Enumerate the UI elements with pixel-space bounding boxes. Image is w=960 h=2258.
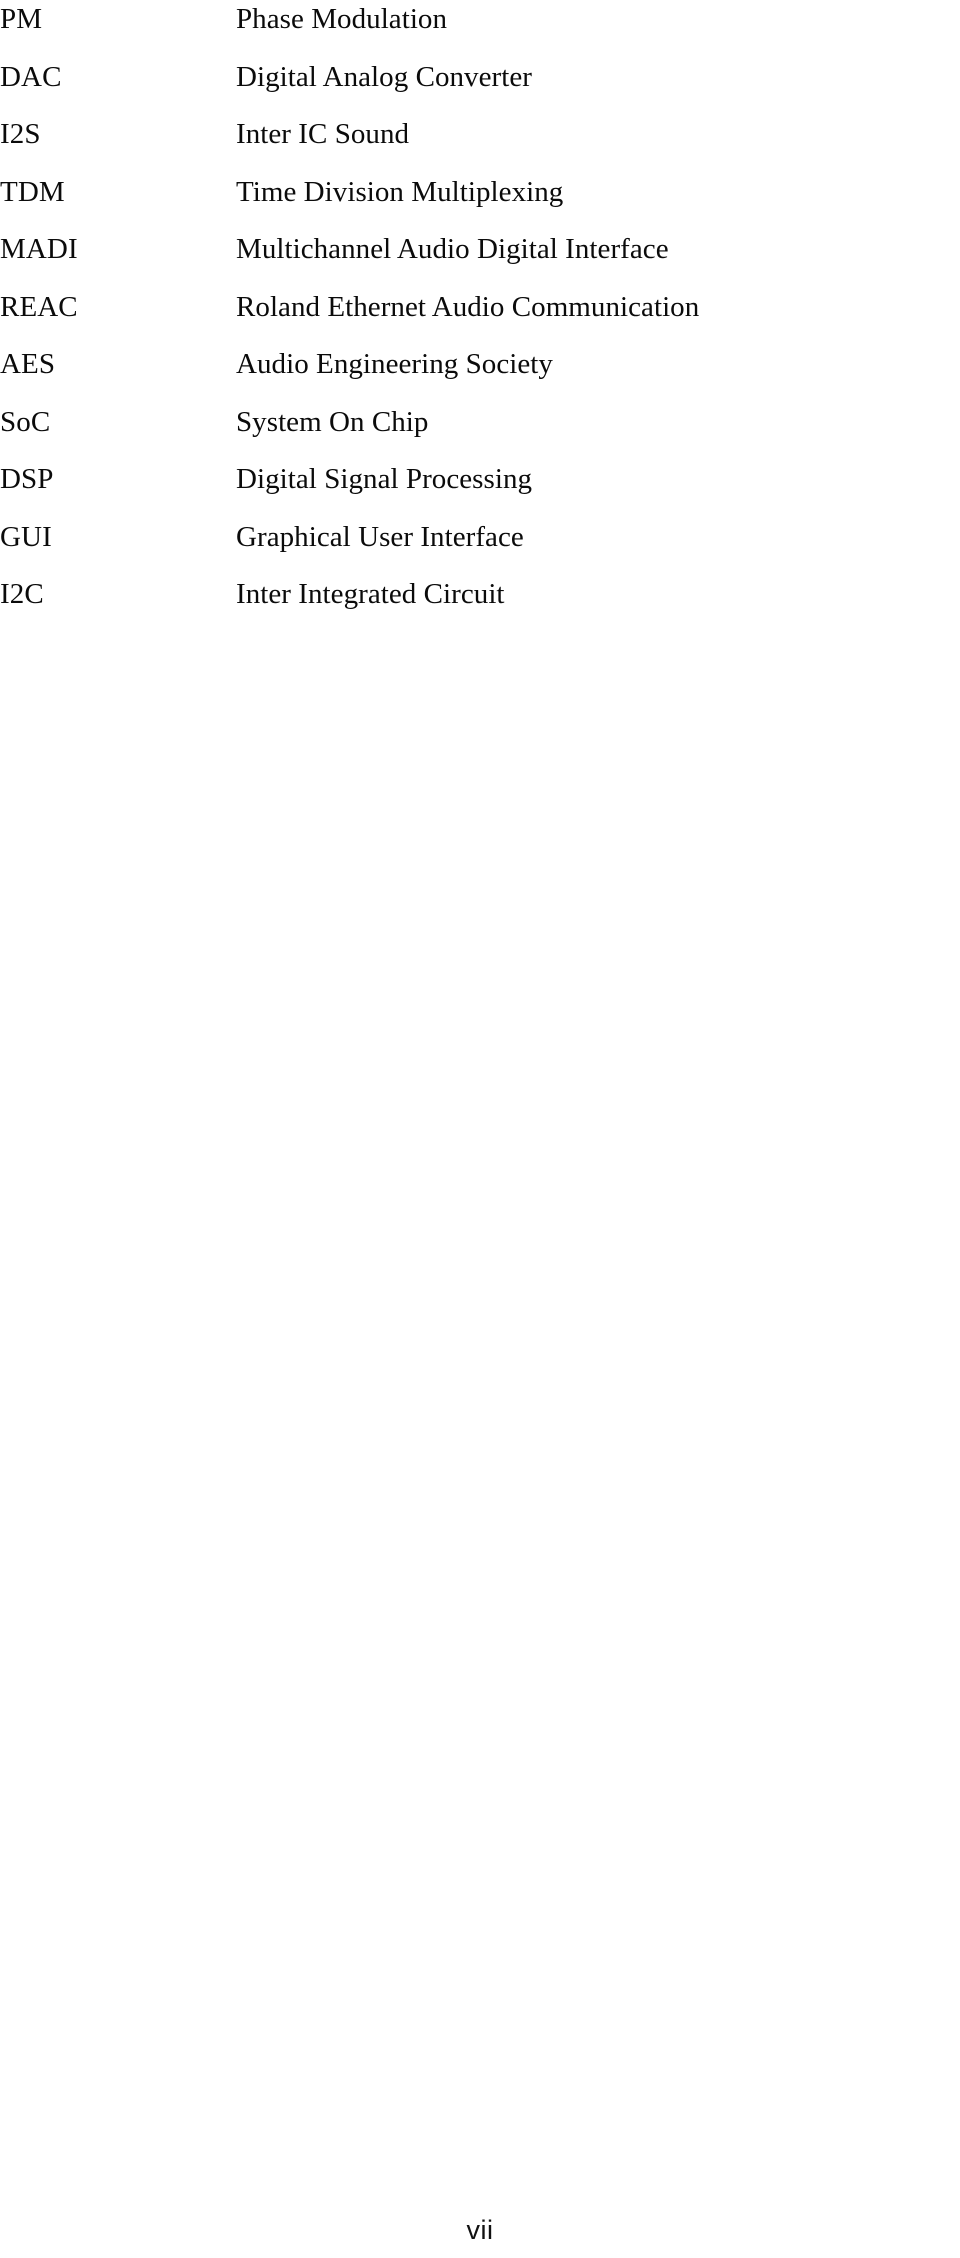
abbreviations-list: PM Phase Modulation DAC Digital Analog C… (0, 0, 960, 633)
abbreviation-term: DSP (0, 463, 54, 495)
abbreviation-row: GUI Graphical User Interface (0, 518, 960, 576)
abbreviation-row: SoC System On Chip (0, 403, 960, 461)
abbreviation-row: PM Phase Modulation (0, 0, 960, 58)
abbreviation-row: AES Audio Engineering Society (0, 345, 960, 403)
abbreviation-term: REAC (0, 290, 78, 323)
abbreviation-term: TDM (0, 175, 65, 208)
abbreviation-term: I2C (0, 578, 44, 610)
abbreviation-row: I2S Inter IC Sound (0, 115, 960, 173)
abbreviation-term: DAC (0, 60, 62, 93)
abbreviation-definition: Time Division Multiplexing (236, 175, 564, 208)
abbreviation-definition: Digital Signal Processing (236, 463, 533, 495)
abbreviation-row: DAC Digital Analog Converter (0, 58, 960, 116)
abbreviation-definition: Phase Modulation (236, 3, 448, 35)
page-footer: vii (0, 2214, 960, 2246)
abbreviation-definition: Roland Ethernet Audio Communication (236, 290, 700, 323)
abbreviation-row: MADI Multichannel Audio Digital Interfac… (0, 230, 960, 288)
abbreviation-definition: Inter IC Sound (236, 118, 410, 150)
abbreviation-definition: Inter Integrated Circuit (236, 578, 505, 610)
abbreviation-row: I2C Inter Integrated Circuit (0, 575, 960, 633)
abbreviation-definition: Multichannel Audio Digital Interface (236, 233, 669, 265)
abbreviation-term: GUI (0, 520, 52, 553)
abbreviation-term: SoC (0, 405, 51, 438)
abbreviation-definition: Digital Analog Converter (236, 60, 532, 93)
abbreviation-definition: Graphical User Interface (236, 520, 524, 553)
document-page: PM Phase Modulation DAC Digital Analog C… (0, 0, 960, 2258)
abbreviation-definition: Audio Engineering Society (236, 348, 553, 380)
page-number: vii (466, 2215, 494, 2245)
abbreviation-term: AES (0, 348, 56, 380)
abbreviation-row: TDM Time Division Multiplexing (0, 173, 960, 231)
abbreviation-row: DSP Digital Signal Processing (0, 460, 960, 518)
abbreviation-definition: System On Chip (236, 405, 429, 438)
abbreviation-term: I2S (0, 118, 41, 150)
abbreviation-row: REAC Roland Ethernet Audio Communication (0, 288, 960, 346)
abbreviation-term: PM (0, 3, 43, 35)
abbreviation-term: MADI (0, 233, 78, 265)
